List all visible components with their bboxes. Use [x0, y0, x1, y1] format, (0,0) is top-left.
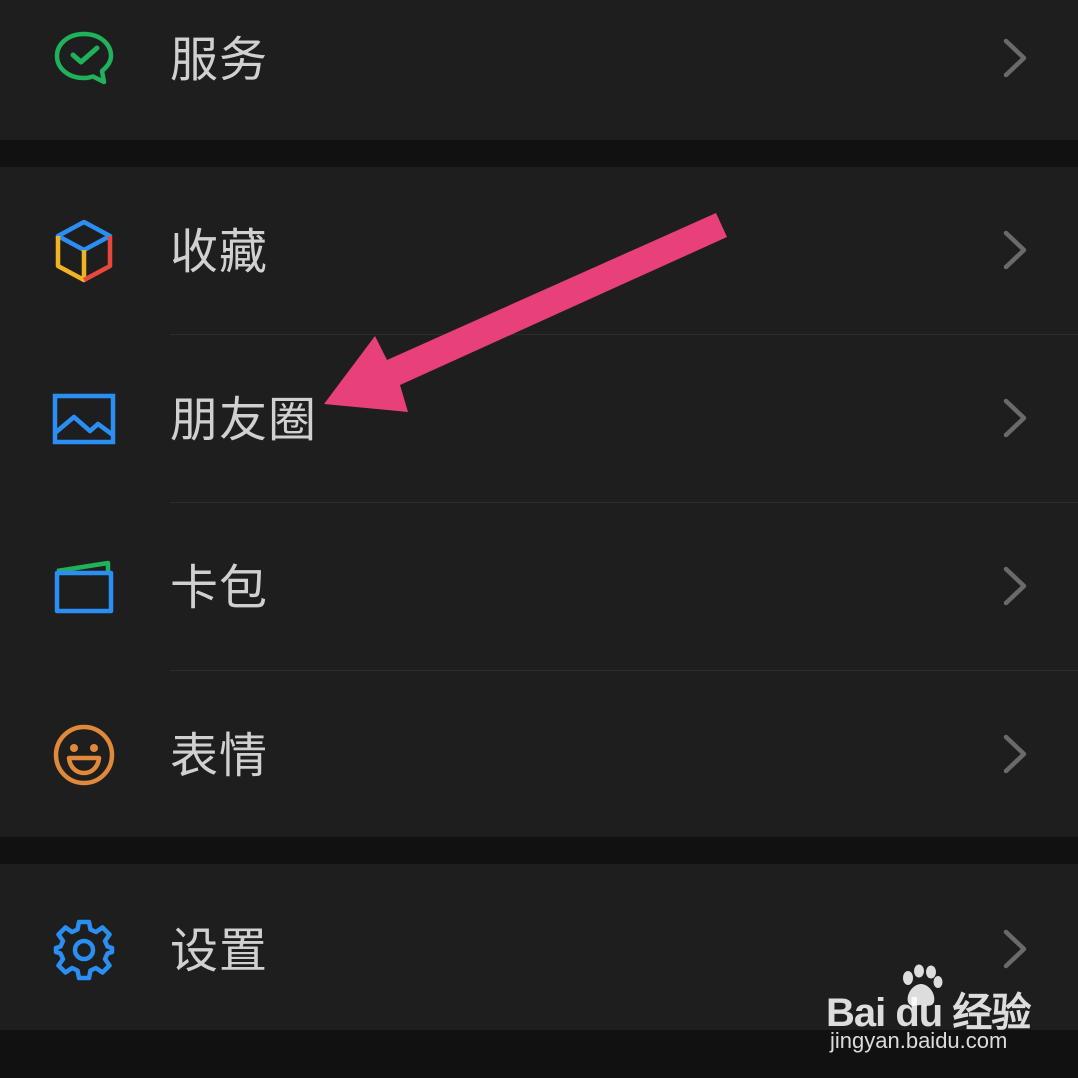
me-tab-screen: 服务 收藏 朋友圈 卡包 表情 设置 Bai du 经验 jingyan.bai… [0, 0, 1078, 1078]
menu-item-cards[interactable]: 卡包 [0, 503, 1078, 671]
wechat-pay-icon [50, 24, 118, 92]
menu-group-services: 服务 [0, 0, 1078, 140]
menu-item-label: 卡包 [170, 560, 269, 616]
chevron-right-icon [1003, 566, 1027, 606]
menu-item-moments[interactable]: 朋友圈 [0, 335, 1078, 503]
menu-item-label: 收藏 [170, 224, 269, 280]
wallet-icon [50, 553, 118, 621]
cube-icon [50, 217, 118, 285]
image-icon [50, 385, 118, 453]
menu-item-stickers[interactable]: 表情 [0, 671, 1078, 839]
chevron-right-icon [1003, 38, 1027, 78]
menu-item-services[interactable]: 服务 [0, 0, 1078, 140]
menu-item-label: 服务 [170, 32, 269, 88]
baidu-jingyan-watermark: Bai du 经验 jingyan.baidu.com [826, 962, 1066, 1062]
chevron-right-icon [1003, 230, 1027, 270]
menu-item-label: 朋友圈 [170, 392, 318, 448]
gear-icon [50, 916, 118, 984]
menu-group-main: 收藏 朋友圈 卡包 表情 [0, 167, 1078, 837]
chevron-right-icon [1003, 398, 1027, 438]
smiley-icon [50, 721, 118, 789]
menu-item-favorites[interactable]: 收藏 [0, 167, 1078, 335]
menu-item-label: 设置 [170, 923, 269, 979]
watermark-url: jingyan.baidu.com [830, 1028, 1008, 1053]
chevron-right-icon [1003, 734, 1027, 774]
menu-item-label: 表情 [170, 728, 269, 784]
